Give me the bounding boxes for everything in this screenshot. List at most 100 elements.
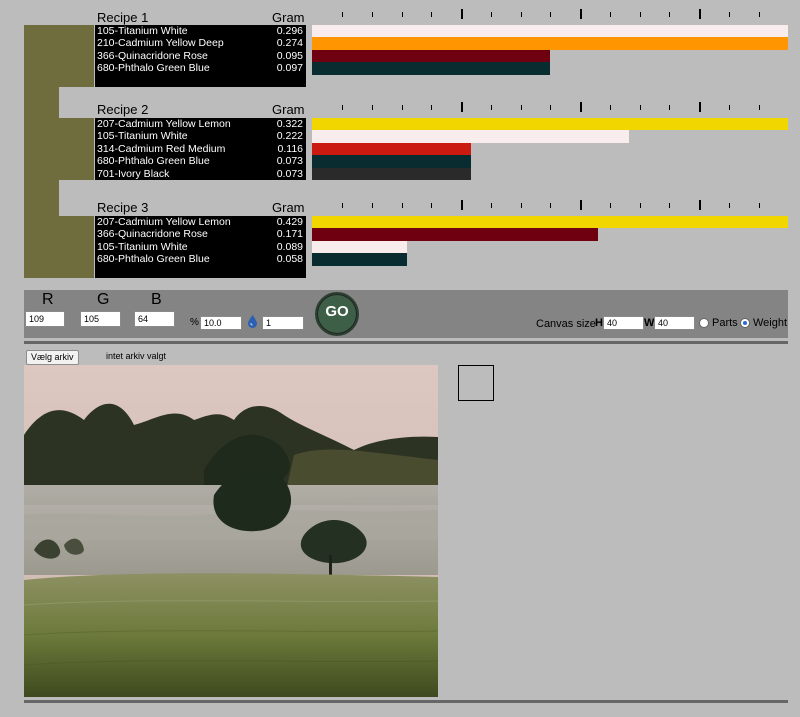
recipe-row: 105-Titanium White 0.222: [97, 130, 303, 143]
scale-tick: [639, 203, 641, 208]
recipe-row: 314-Cadmium Red Medium 0.116: [97, 142, 303, 155]
recipe-1-list: 105-Titanium White 0.296 210-Cadmium Yell…: [95, 25, 306, 87]
scale-tick: [520, 105, 522, 110]
recipe-row: 366-Quinacridone Rose 0.095: [97, 49, 303, 62]
scale-tick: [550, 12, 552, 17]
scale-tick: [728, 203, 730, 208]
scale-tick: [520, 12, 522, 17]
go-button[interactable]: GO: [315, 292, 359, 336]
scale-tick: [669, 203, 671, 208]
scale-tick: [431, 12, 433, 17]
ingredient-bar: [312, 130, 630, 143]
scale-tick: [609, 203, 611, 208]
ingredient-bar: [312, 142, 471, 156]
r-label: R: [42, 291, 54, 308]
recipe-2-bars: [312, 118, 788, 180]
file-status: intet arkiv valgt: [106, 351, 167, 361]
b-label: B: [151, 291, 162, 308]
scale-tick: [639, 105, 641, 110]
ingredient-bar: [312, 240, 408, 254]
ingredient-bar: [312, 228, 598, 241]
scale-tick: [461, 102, 463, 112]
scale-tick: [639, 12, 641, 17]
recipe-2-scale: [312, 102, 788, 114]
scale-tick: [431, 105, 433, 110]
g-input[interactable]: [80, 311, 121, 327]
scale-tick: [431, 203, 433, 208]
scale-tick: [342, 12, 343, 17]
recipe-3-gram-header: Gram: [272, 200, 305, 215]
scale-tick: [490, 105, 492, 110]
scale-tick: [728, 12, 730, 17]
canvas-width-input[interactable]: [654, 316, 695, 330]
scale-tick: [371, 105, 373, 110]
recipe-1-title: Recipe 1: [97, 10, 149, 25]
recipe-3-list: 207-Cadmium Yellow Lemon 0.429 366-Quinac…: [95, 216, 306, 278]
parts-label: Parts: [712, 317, 738, 329]
canvas-height-input[interactable]: [603, 316, 644, 330]
bottom-divider: [24, 700, 788, 703]
scale-tick: [371, 203, 373, 208]
recipe-3-title: Recipe 3: [97, 200, 149, 215]
recipe-1-gram-header: Gram: [272, 10, 305, 25]
scale-tick: [401, 203, 403, 208]
scale-tick: [669, 12, 671, 17]
recipe-2-gram-header: Gram: [272, 102, 305, 117]
scale-tick: [728, 105, 730, 110]
recipe-2-list: 207-Cadmium Yellow Lemon 0.322 105-Titani…: [95, 118, 306, 180]
g-label: G: [97, 291, 110, 308]
recipe-row: 701-Ivory Black 0.073: [97, 167, 303, 180]
scale-tick: [550, 203, 552, 208]
drop-input[interactable]: [262, 316, 304, 330]
scale-tick: [580, 200, 582, 210]
b-input[interactable]: [134, 311, 175, 327]
ingredient-bar: [312, 37, 788, 50]
recipe-row: 207-Cadmium Yellow Lemon 0.322: [97, 118, 303, 130]
recipe-3-scale: [312, 200, 788, 212]
recipe-row: 207-Cadmium Yellow Lemon 0.429: [97, 216, 303, 228]
scale-tick: [699, 102, 701, 112]
scale-tick: [461, 200, 463, 210]
ingredient-bar: [312, 253, 408, 266]
landscape-photo[interactable]: [24, 365, 438, 697]
drop-icon: [248, 315, 257, 328]
scale-tick: [609, 12, 611, 17]
divider: [24, 341, 788, 344]
percent-label: %: [190, 317, 199, 328]
height-label: H: [595, 317, 603, 329]
scale-tick: [520, 203, 522, 208]
ingredient-bar: [312, 62, 550, 75]
recipe-row: 680-Phthalo Green Blue 0.073: [97, 155, 303, 168]
width-label: W: [644, 317, 655, 329]
preview-swatch: [458, 365, 494, 401]
scale-tick: [490, 203, 492, 208]
ingredient-bar: [312, 155, 471, 168]
parts-radio[interactable]: [699, 318, 709, 328]
weight-radio[interactable]: [740, 318, 750, 328]
scale-tick: [490, 12, 492, 17]
ingredient-bar: [312, 49, 550, 63]
scale-tick: [580, 102, 582, 112]
scale-tick: [758, 203, 760, 208]
recipe-1-bars: [312, 25, 788, 75]
scale-tick: [669, 105, 671, 110]
recipe-3-bars: [312, 216, 788, 266]
scale-tick: [401, 12, 403, 17]
scale-tick: [342, 203, 343, 208]
choose-file-button[interactable]: Vælg arkiv: [26, 350, 79, 365]
weight-label: Weight: [753, 317, 788, 329]
scale-tick: [699, 9, 701, 19]
ingredient-bar: [312, 167, 471, 180]
recipe-row: 105-Titanium White 0.089: [97, 240, 303, 253]
ingredient-bar: [312, 118, 788, 131]
percent-input[interactable]: [200, 316, 242, 330]
controls-panel: R G B % GO Canvas size H W Parts Weight: [24, 290, 788, 338]
r-input[interactable]: [25, 311, 65, 327]
recipe-row: 366-Quinacridone Rose 0.171: [97, 228, 303, 241]
scale-tick: [401, 105, 403, 110]
scale-tick: [461, 9, 463, 19]
recipe-1-scale: [312, 9, 788, 21]
ingredient-bar: [312, 216, 788, 229]
scale-tick: [758, 105, 760, 110]
scale-tick: [342, 105, 343, 110]
